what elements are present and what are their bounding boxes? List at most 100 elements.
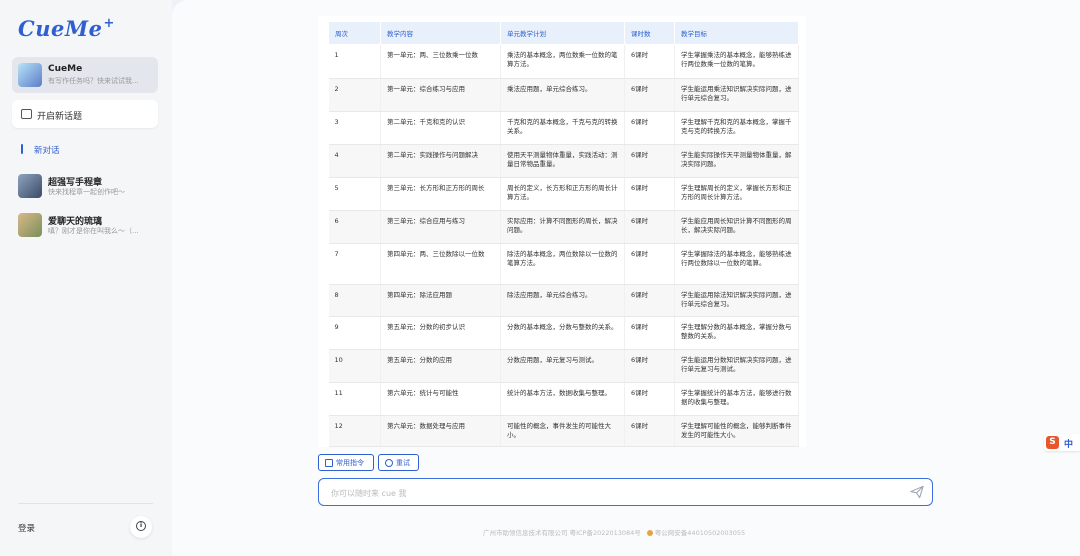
sidebar: CueMe+ CueMe 有写作任务吗？快来试试我... 开启新话题 新对话 超… bbox=[0, 0, 172, 556]
chat-item-cueme[interactable]: CueMe 有写作任务吗？快来试试我... bbox=[12, 57, 158, 93]
cell-plan: 除法的基本概念，两位数除以一位数的笔算方法。 bbox=[500, 243, 625, 285]
cell-content: 第三单元：长方形和正方形的周长 bbox=[380, 177, 501, 211]
cell-plan: 除法应用题，单元综合练习。 bbox=[500, 284, 625, 317]
chat-item-writer[interactable]: 超强写手程章 快来找程章一起创作吧～ bbox=[12, 171, 158, 201]
cell-hours: 6课时 bbox=[624, 111, 675, 145]
cell-week: 6 bbox=[328, 210, 381, 244]
cell-goal: 学生能运用除法知识解决实际问题，进行单元综合复习。 bbox=[674, 284, 799, 317]
header-goal: 教学目标 bbox=[674, 21, 799, 45]
cell-hours: 6课时 bbox=[624, 316, 675, 350]
table-row: 10 第五单元：分数的应用 分数应用题，单元复习与测试。 6课时 学生能运用分数知识解决… bbox=[328, 349, 799, 383]
chat-name: CueMe bbox=[48, 64, 83, 74]
cell-week: 5 bbox=[328, 177, 381, 211]
cell-week: 8 bbox=[328, 284, 381, 317]
ime-toolbar[interactable]: S 中 bbox=[1044, 434, 1080, 451]
cell-plan: 乘法应用题，单元综合练习。 bbox=[500, 78, 625, 112]
avatar bbox=[18, 63, 42, 87]
send-icon[interactable] bbox=[910, 485, 924, 499]
cell-goal: 学生理解千克和克的基本概念，掌握千克与克的转换方法。 bbox=[674, 111, 799, 145]
new-chat-item[interactable]: 新对话 bbox=[34, 144, 60, 156]
footer: 广州市助领信息技术有限公司 粤ICP备2022013084号 粤公网安备44010… bbox=[483, 527, 745, 537]
cell-content: 第二单元：千克和克的认识 bbox=[380, 111, 501, 145]
login-button[interactable]: 登录 bbox=[18, 522, 35, 534]
avatar bbox=[18, 174, 42, 198]
ime-mode[interactable]: 中 bbox=[1064, 437, 1073, 450]
table-header-row: 周次 教学内容 单元教学计划 课时数 教学目标 bbox=[328, 21, 799, 45]
cell-week: 11 bbox=[328, 382, 381, 416]
chat-bubble-icon bbox=[21, 109, 32, 119]
chat-preview: 嗔？刚才是你在叫我么～（... bbox=[48, 227, 139, 235]
chat-preview: 有写作任务吗？快来试试我... bbox=[48, 77, 139, 85]
cell-goal: 学生能运用乘法知识解决实际问题，进行单元综合复习。 bbox=[674, 78, 799, 112]
command-icon bbox=[325, 459, 333, 467]
table-row: 5 第三单元：长方形和正方形的周长 周长的定义，长方形和正方形的周长计算方法。 6课时… bbox=[328, 177, 799, 211]
teaching-plan-table: 周次 教学内容 单元教学计划 课时数 教学目标 1 第一单元：两、三位数乘一位数乘… bbox=[328, 21, 799, 447]
cell-content: 第六单元：数据处理与应用 bbox=[380, 415, 501, 447]
cell-hours: 6课时 bbox=[624, 349, 675, 383]
cell-plan: 统计的基本方法，数据收集与整理。 bbox=[500, 382, 625, 416]
refresh-icon bbox=[385, 459, 393, 467]
table-row: 9 第五单元：分数的初步认识 分数的基本概念，分数与整数的关系。 6课时 学生理解分数的… bbox=[328, 316, 799, 350]
cell-content: 第二单元：实践操作与问题解决 bbox=[380, 144, 501, 178]
table-row: 4 第二单元：实践操作与问题解决 使用天平测量物体重量，实践活动：测量日常物品重量。… bbox=[328, 144, 799, 178]
cell-plan: 使用天平测量物体重量，实践活动：测量日常物品重量。 bbox=[500, 144, 625, 178]
cell-hours: 6课时 bbox=[624, 144, 675, 178]
chat-input[interactable] bbox=[329, 485, 893, 501]
avatar bbox=[18, 213, 42, 237]
cell-plan: 分数应用题，单元复习与测试。 bbox=[500, 349, 625, 383]
new-topic-label: 开启新话题 bbox=[37, 112, 83, 122]
retry-button[interactable]: 重试 bbox=[378, 454, 419, 471]
header-hours: 课时数 bbox=[624, 21, 675, 45]
app-logo[interactable]: CueMe+ bbox=[18, 16, 115, 41]
chat-item-liuli[interactable]: 爱聊天的琉璃 嗔？刚才是你在叫我么～（... bbox=[12, 210, 158, 240]
table-row: 6 第三单元：综合应用与练习 实际应用：计算不同图形的周长，解决问题。 6课时 学生能应… bbox=[328, 210, 799, 244]
table-row: 11 第六单元：统计与可能性 统计的基本方法，数据收集与整理。 6课时 学生掌握统计的基… bbox=[328, 382, 799, 416]
cell-hours: 6课时 bbox=[624, 415, 675, 447]
cell-plan: 千克和克的基本概念，千克与克的转换关系。 bbox=[500, 111, 625, 145]
common-commands-label: 常用指令 bbox=[336, 459, 364, 467]
cell-goal: 学生掌握统计的基本方法，能够进行数据的收集与整理。 bbox=[674, 382, 799, 416]
cell-hours: 6课时 bbox=[624, 78, 675, 112]
cell-content: 第四单元：除法应用题 bbox=[380, 284, 501, 317]
cell-hours: 6课时 bbox=[624, 382, 675, 416]
cell-goal: 学生掌握乘法的基本概念，能够熟练进行两位数乘一位数的笔算。 bbox=[674, 44, 799, 79]
message-table-container[interactable]: 周次 教学内容 单元教学计划 课时数 教学目标 1 第一单元：两、三位数乘一位数乘… bbox=[318, 16, 806, 447]
cell-week: 4 bbox=[328, 144, 381, 178]
cell-week: 12 bbox=[328, 415, 381, 447]
cell-hours: 6课时 bbox=[624, 284, 675, 317]
cell-hours: 6课时 bbox=[624, 210, 675, 244]
retry-label: 重试 bbox=[396, 459, 410, 467]
police-badge-icon bbox=[646, 530, 653, 536]
cell-goal: 学生理解分数的基本概念，掌握分数与整数的关系。 bbox=[674, 316, 799, 350]
cell-week: 2 bbox=[328, 78, 381, 112]
cell-plan: 乘法的基本概念，两位数乘一位数的笔算方法。 bbox=[500, 44, 625, 79]
cell-hours: 6课时 bbox=[624, 44, 675, 79]
cell-content: 第四单元：两、三位数除以一位数 bbox=[380, 243, 501, 285]
cell-hours: 6课时 bbox=[624, 177, 675, 211]
info-button[interactable]: i bbox=[130, 516, 152, 538]
header-plan: 单元教学计划 bbox=[500, 21, 625, 45]
cell-week: 10 bbox=[328, 349, 381, 383]
chat-input-box[interactable] bbox=[318, 478, 933, 506]
table-row: 8 第四单元：除法应用题 除法应用题，单元综合练习。 6课时 学生能运用除法知识解决实际… bbox=[328, 284, 799, 317]
new-topic-button[interactable]: 开启新话题 bbox=[12, 100, 158, 128]
cell-goal: 学生理解可能性的概念，能够判断事件发生的可能性大小。 bbox=[674, 415, 799, 447]
sogou-logo-icon: S bbox=[1046, 436, 1059, 449]
common-commands-button[interactable]: 常用指令 bbox=[318, 454, 374, 471]
cell-week: 9 bbox=[328, 316, 381, 350]
cell-content: 第三单元：综合应用与练习 bbox=[380, 210, 501, 244]
info-icon: i bbox=[136, 521, 146, 531]
header-content: 教学内容 bbox=[380, 21, 501, 45]
footer-police[interactable]: 粤公网安备44010502003055 bbox=[655, 529, 745, 537]
table-row: 7 第四单元：两、三位数除以一位数 除法的基本概念，两位数除以一位数的笔算方法。 6课… bbox=[328, 243, 799, 285]
cell-content: 第一单元：综合练习与应用 bbox=[380, 78, 501, 112]
cell-plan: 分数的基本概念，分数与整数的关系。 bbox=[500, 316, 625, 350]
footer-icp[interactable]: 广州市助领信息技术有限公司 粤ICP备2022013084号 bbox=[483, 529, 641, 537]
active-indicator bbox=[21, 144, 23, 154]
cell-content: 第五单元：分数的初步认识 bbox=[380, 316, 501, 350]
table-row: 12 第六单元：数据处理与应用 可能性的概念，事件发生的可能性大小。 6课时 学生理解可… bbox=[328, 415, 799, 447]
cell-goal: 学生能运用分数知识解决实际问题，进行单元复习与测试。 bbox=[674, 349, 799, 383]
header-week: 周次 bbox=[328, 21, 381, 45]
cell-week: 7 bbox=[328, 243, 381, 285]
cell-plan: 周长的定义，长方形和正方形的周长计算方法。 bbox=[500, 177, 625, 211]
